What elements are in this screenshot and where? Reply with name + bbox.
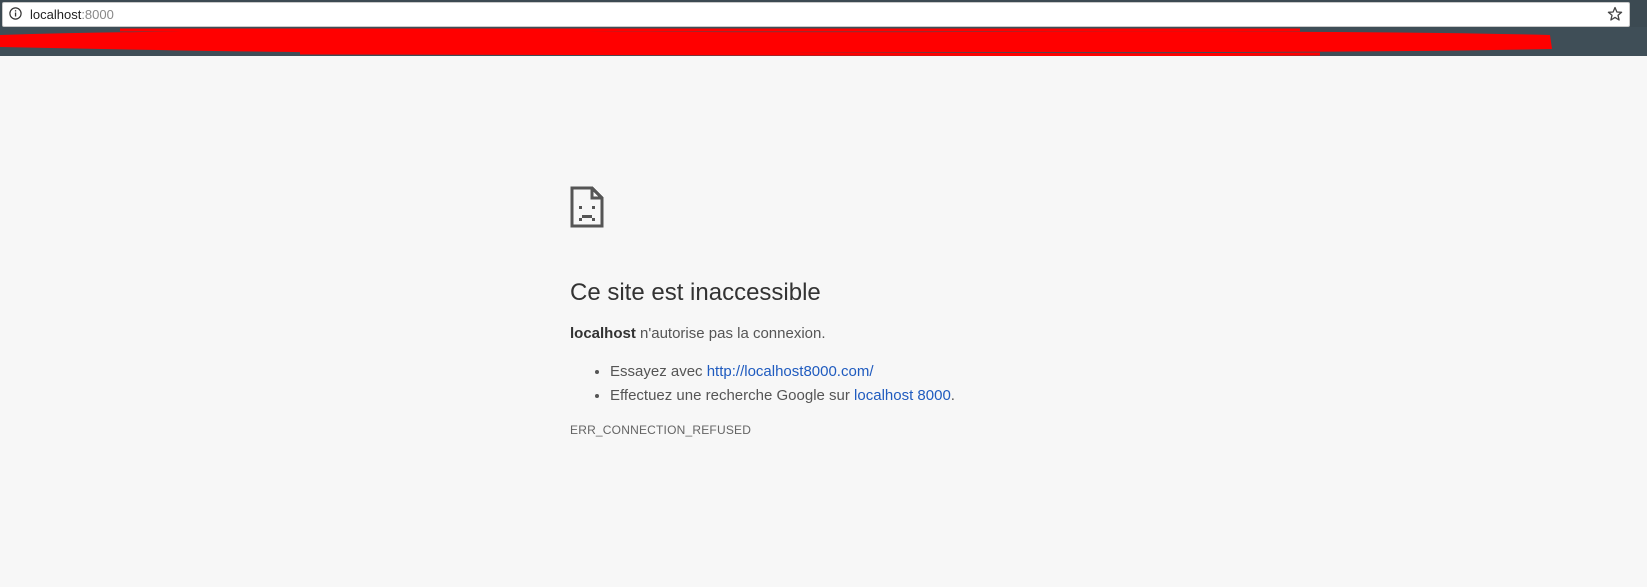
url-host: localhost [30, 7, 82, 22]
error-code: ERR_CONNECTION_REFUSED [570, 423, 752, 437]
redaction-scribble [0, 27, 1552, 56]
bookmarks-bar [0, 27, 1647, 56]
sad-document-icon [570, 186, 604, 228]
url-text[interactable]: localhost:8000 [30, 7, 114, 23]
error-page: Ce site est inaccessible localhost n'aut… [0, 56, 1647, 587]
info-circle-icon[interactable] [9, 7, 22, 20]
suggestion-link-search[interactable]: localhost 8000 [854, 387, 951, 404]
suggestion-link-url[interactable]: http://localhost8000.com/ [707, 363, 874, 380]
error-title: Ce site est inaccessible [570, 279, 821, 306]
url-port: :8000 [81, 7, 114, 22]
suggestion-item: Effectuez une recherche Google sur local… [610, 384, 1170, 408]
suggestion-prefix: Effectuez une recherche Google sur [610, 387, 855, 404]
suggestion-prefix: Essayez avec [610, 363, 707, 380]
error-content: Ce site est inaccessible localhost n'aut… [570, 186, 1170, 437]
address-bar[interactable]: localhost:8000 [2, 2, 1630, 27]
error-summary: localhost n'autorise pas la connexion. [570, 324, 1170, 344]
suggestion-suffix: . [950, 387, 955, 404]
error-summary-host: localhost [570, 325, 636, 342]
star-outline-icon[interactable] [1607, 6, 1623, 22]
browser-chrome: localhost:8000 [0, 0, 1647, 56]
suggestion-item: Essayez avec http://localhost8000.com/ [610, 360, 1170, 384]
error-summary-text: n'autorise pas la connexion. [635, 325, 826, 342]
suggestions-list: Essayez avec http://localhost8000.com/ E… [570, 360, 1170, 408]
